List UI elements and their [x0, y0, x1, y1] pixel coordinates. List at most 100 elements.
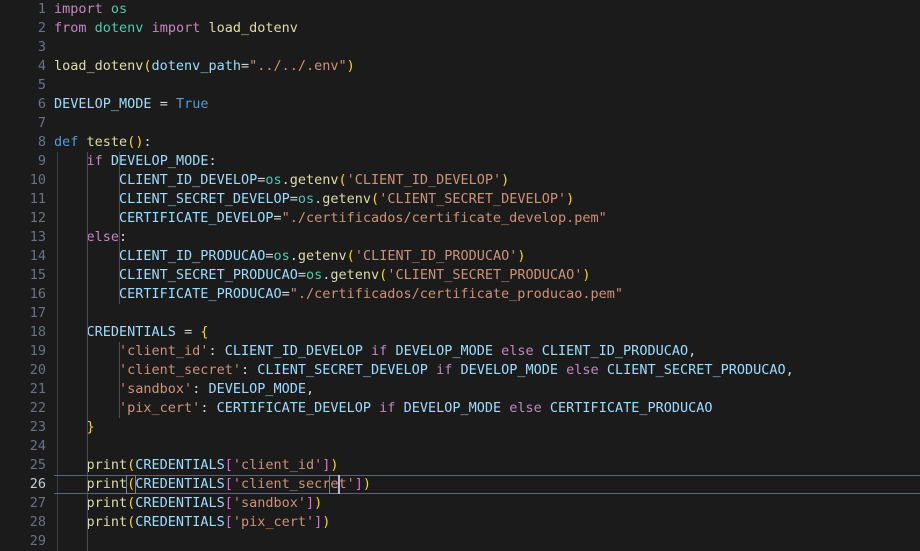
code-line[interactable]: CERTIFICATE_PRODUCAO="./certificados/cer…	[54, 285, 623, 304]
token-p1: )	[501, 172, 510, 188]
token-mod: dotenv	[94, 20, 144, 36]
line-number[interactable]: 15	[0, 266, 46, 285]
token-p1: )	[582, 267, 591, 283]
line-number[interactable]: 11	[0, 190, 46, 209]
code-line[interactable]: print(CREDENTIALS['pix_cert'])	[54, 513, 331, 532]
line-number[interactable]: 27	[0, 494, 46, 513]
line-number[interactable]: 29	[0, 532, 46, 551]
line-number[interactable]: 9	[0, 152, 46, 171]
line-number[interactable]: 13	[0, 228, 46, 247]
token-punc: :	[119, 229, 128, 245]
token-kw: else	[509, 400, 542, 416]
code-line[interactable]: CLIENT_ID_DEVELOP=os.getenv('CLIENT_ID_D…	[54, 171, 509, 190]
token-p1: (	[371, 191, 380, 207]
token-var: DEVELOP_MODE	[403, 400, 502, 416]
token-fn: print	[86, 514, 128, 530]
token-op	[143, 20, 151, 36]
token-str: 'pix_cert'	[119, 400, 201, 416]
token-var: CLIENT_SECRET_PRODUCAO	[119, 267, 298, 283]
line-number[interactable]: 12	[0, 209, 46, 228]
code-line[interactable]: if DEVELOP_MODE:	[54, 152, 217, 171]
token-p1: )	[362, 476, 372, 492]
line-number[interactable]: 23	[0, 418, 46, 437]
token-op: =	[289, 191, 298, 207]
code-line[interactable]: DEVELOP_MODE = True	[54, 95, 208, 114]
token-var: CERTIFICATE_PRODUCAO	[549, 400, 713, 416]
code-line[interactable]: print(CREDENTIALS['client_id'])	[54, 456, 339, 475]
token-op	[54, 457, 87, 473]
token-op	[371, 400, 379, 416]
token-p1: {	[200, 324, 209, 340]
token-punc: ,	[688, 343, 697, 359]
token-p2: [	[224, 514, 233, 530]
token-var: CLIENT_SECRET_DEVELOP	[119, 191, 290, 207]
token-var: DEVELOP_MODE	[54, 96, 152, 112]
code-line[interactable]: 'sandbox': DEVELOP_MODE,	[54, 380, 314, 399]
token-op: =	[184, 324, 193, 340]
line-number[interactable]: 28	[0, 513, 46, 532]
token-fn: getenv	[330, 267, 380, 283]
token-op	[542, 400, 550, 416]
token-var: dotenv_path	[151, 58, 241, 74]
token-op: .	[289, 248, 298, 264]
code-line[interactable]: CREDENTIALS = {	[54, 323, 209, 342]
code-line[interactable]: CLIENT_ID_PRODUCAO=os.getenv('CLIENT_ID_…	[54, 247, 525, 266]
token-fn: getenv	[322, 191, 372, 207]
token-str: "./certificados/certificate_producao.pem…	[289, 286, 623, 302]
code-line[interactable]: import os	[54, 0, 127, 19]
token-var: DEVELOP_MODE	[460, 362, 559, 378]
line-number[interactable]: 1	[0, 0, 46, 19]
code-line[interactable]: 'pix_cert': CERTIFICATE_DEVELOP if DEVEL…	[54, 399, 712, 418]
line-number[interactable]: 14	[0, 247, 46, 266]
line-number[interactable]: 19	[0, 342, 46, 361]
line-number[interactable]: 8	[0, 133, 46, 152]
line-number[interactable]: 26	[0, 475, 46, 494]
token-str: "../../.env"	[249, 58, 347, 74]
token-p1: )	[566, 191, 575, 207]
token-kw2: True	[175, 96, 209, 112]
line-number[interactable]: 22	[0, 399, 46, 418]
line-number[interactable]: 24	[0, 437, 46, 456]
code-line[interactable]: load_dotenv(dotenv_path="../../.env")	[54, 57, 355, 76]
line-number[interactable]: 10	[0, 171, 46, 190]
token-p1: )	[330, 457, 339, 473]
code-line[interactable]: from dotenv import load_dotenv	[54, 19, 298, 38]
token-p2: [	[224, 476, 233, 492]
token-kw: else	[566, 362, 599, 378]
code-line[interactable]: print(CREDENTIALS['client_secret'])	[54, 475, 372, 494]
code-line[interactable]: CLIENT_SECRET_PRODUCAO=os.getenv('CLIENT…	[54, 266, 591, 285]
token-p1: (	[338, 172, 347, 188]
code-line[interactable]: 'client_id': CLIENT_ID_DEVELOP if DEVELO…	[54, 342, 696, 361]
token-fn: print	[86, 457, 128, 473]
code-line[interactable]: CLIENT_SECRET_DEVELOP=os.getenv('CLIENT_…	[54, 190, 574, 209]
line-number[interactable]: 21	[0, 380, 46, 399]
code-surface[interactable]: import os from dotenv import load_dotenv l…	[0, 0, 920, 551]
line-number[interactable]: 25	[0, 456, 46, 475]
line-number[interactable]: 17	[0, 304, 46, 323]
line-number-gutter[interactable]: 1 2 3 4 5 6 7 8 9 10 11 12 13 14 15 16 17 18 19 20 21 22 23 24 2…	[0, 0, 46, 550]
code-line[interactable]: CERTIFICATE_DEVELOP="./certificados/cert…	[54, 209, 607, 228]
token-op: .	[281, 172, 290, 188]
token-mod: os	[273, 248, 290, 264]
line-number[interactable]: 4	[0, 57, 46, 76]
token-var: CREDENTIALS	[135, 495, 225, 511]
token-p1: (	[346, 248, 355, 264]
line-number[interactable]: 7	[0, 114, 46, 133]
line-number[interactable]: 20	[0, 361, 46, 380]
line-number[interactable]: 5	[0, 76, 46, 95]
line-number[interactable]: 18	[0, 323, 46, 342]
token-fn: load_dotenv	[208, 20, 298, 36]
code-line[interactable]: }	[54, 418, 95, 437]
line-number[interactable]: 3	[0, 38, 46, 57]
code-line[interactable]: def teste():	[54, 133, 152, 152]
line-number[interactable]: 2	[0, 19, 46, 38]
token-punc: :	[208, 343, 217, 359]
token-op	[599, 362, 607, 378]
line-number[interactable]: 6	[0, 95, 46, 114]
code-line[interactable]: print(CREDENTIALS['sandbox'])	[54, 494, 323, 513]
code-line[interactable]: 'client_secret': CLIENT_SECRET_DEVELOP i…	[54, 361, 794, 380]
code-editor[interactable]: import os from dotenv import load_dotenv l…	[0, 0, 920, 551]
token-var: DEVELOP_MODE	[395, 343, 493, 359]
line-number[interactable]: 16	[0, 285, 46, 304]
code-line[interactable]: else:	[54, 228, 128, 247]
